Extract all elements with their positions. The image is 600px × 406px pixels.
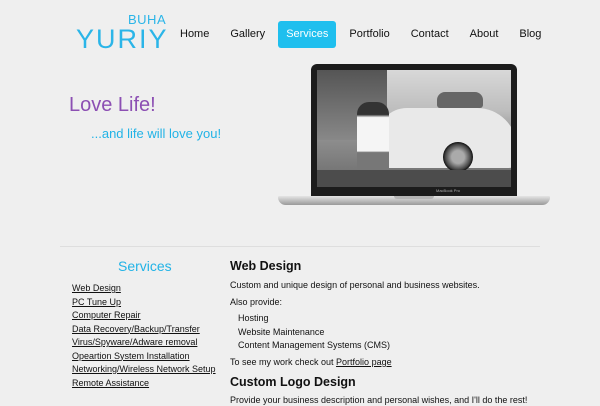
list-item: Hosting (238, 313, 269, 323)
list-item: Networking/Wireless Network Setup (72, 363, 216, 377)
services-heading: Services (118, 258, 172, 274)
photo-background-car (437, 92, 483, 108)
nav-portfolio[interactable]: Portfolio (341, 21, 397, 48)
logo-main-text: YURIY (76, 24, 169, 54)
web-design-heading: Web Design (230, 259, 302, 273)
portfolio-page-link[interactable]: Portfolio page (336, 357, 392, 367)
laptop-brand-label: MacBook Pro (436, 188, 461, 193)
service-link-remote-assistance[interactable]: Remote Assistance (72, 378, 149, 388)
web-design-description: Custom and unique design of personal and… (230, 280, 480, 290)
laptop-screen-photo (317, 70, 511, 187)
service-link-computer-repair[interactable]: Computer Repair (72, 310, 141, 320)
main-nav: Home Gallery Services Portfolio Contact … (172, 21, 554, 48)
portfolio-sentence: To see my work check out Portfolio page (230, 356, 570, 368)
main-content: Web Design Custom and unique design of p… (230, 258, 570, 406)
photo-ground (317, 170, 511, 187)
list-item: Data Recovery/Backup/Transfer (72, 323, 216, 337)
laptop-base-notch (394, 196, 434, 199)
photo-person (357, 102, 389, 172)
list-item: PC Tune Up (72, 296, 216, 310)
service-link-os-installation[interactable]: Opeartion System Installation (72, 351, 190, 361)
site-logo[interactable]: BUHA YURIY (76, 10, 169, 54)
service-link-web-design[interactable]: Web Design (72, 283, 121, 293)
service-link-data-recovery[interactable]: Data Recovery/Backup/Transfer (72, 324, 200, 334)
services-list: Web Design PC Tune Up Computer Repair Da… (72, 282, 216, 390)
service-link-pc-tune-up[interactable]: PC Tune Up (72, 297, 121, 307)
tagline-secondary: ...and life will love you! (91, 126, 222, 141)
tagline-primary: Love Life! (69, 94, 156, 116)
list-item: Virus/Spyware/Adware removal (72, 336, 216, 350)
portfolio-prefix: To see my work check out (230, 356, 337, 367)
nav-contact[interactable]: Contact (403, 21, 457, 48)
list-item: Computer Repair (72, 309, 216, 323)
nav-services[interactable]: Services (278, 21, 337, 48)
logo-design-heading: Custom Logo Design (230, 374, 356, 389)
laptop-screen-frame: MacBook Pro (311, 64, 517, 196)
laptop-image: MacBook Pro (278, 64, 550, 214)
also-provide-list: Hosting Website Maintenance Content Mana… (230, 312, 570, 353)
nav-gallery[interactable]: Gallery (222, 21, 273, 48)
list-item: Remote Assistance (72, 377, 216, 391)
service-link-virus-removal[interactable]: Virus/Spyware/Adware removal (72, 337, 197, 347)
list-item: Website Maintenance (238, 326, 325, 337)
nav-about[interactable]: About (462, 21, 507, 48)
section-divider (60, 246, 540, 247)
list-item: Content Management Systems (CMS) (238, 340, 391, 350)
list-item: Opeartion System Installation (72, 350, 216, 364)
also-provide-label: Also provide: (230, 297, 283, 307)
service-link-networking[interactable]: Networking/Wireless Network Setup (72, 364, 216, 374)
nav-blog[interactable]: Blog (511, 21, 549, 48)
photo-wheel (443, 142, 473, 172)
list-item: Web Design (72, 282, 216, 296)
nav-home[interactable]: Home (172, 21, 217, 48)
